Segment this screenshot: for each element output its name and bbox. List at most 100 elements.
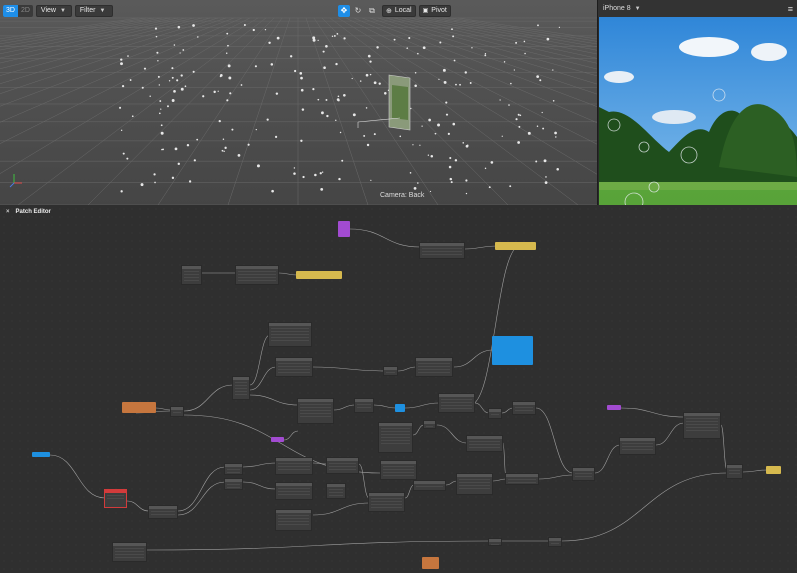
patch-node[interactable] [148, 505, 178, 519]
hamburger-icon[interactable]: ≡ [788, 4, 793, 14]
patch-node[interactable] [268, 322, 312, 347]
patch-wire [312, 502, 370, 516]
patch-node[interactable] [326, 457, 359, 474]
patch-node[interactable] [619, 437, 656, 455]
patch-editor[interactable]: × Patch Editor [0, 205, 797, 573]
patch-node[interactable] [505, 473, 539, 485]
patch-node[interactable] [488, 408, 502, 419]
filter-dropdown[interactable]: Filter ▼ [74, 4, 113, 17]
patch-node[interactable] [326, 483, 346, 499]
patch-wire [155, 407, 172, 411]
scene-viewport[interactable]: 3D 2D View ▼ Filter ▼ ✥ ↻ ⧉ ⊕ Local ▣ Pi… [0, 0, 597, 205]
move-tool-icon[interactable]: ✥ [338, 4, 350, 17]
patch-node[interactable] [232, 376, 250, 400]
patch-node[interactable] [112, 542, 147, 562]
patch-node[interactable] [354, 398, 374, 413]
patch-node[interactable] [466, 435, 503, 452]
patch-wire [242, 462, 277, 468]
device-dropdown[interactable]: iPhone 8 ▼ [603, 5, 641, 12]
patch-wire [177, 466, 226, 512]
patch-wire [177, 481, 226, 516]
patch-node[interactable] [224, 478, 243, 490]
patch-wire [373, 404, 397, 409]
rotate-tool-icon[interactable]: ↻ [352, 5, 364, 17]
device-dropdown-label: iPhone 8 [603, 5, 631, 12]
orange-patch-block[interactable] [122, 402, 156, 413]
patch-wire [404, 402, 440, 409]
patch-node[interactable] [275, 457, 313, 475]
selected-patch-node[interactable] [104, 489, 127, 508]
patch-node[interactable] [235, 265, 279, 285]
patch-node[interactable] [383, 366, 398, 376]
patch-node[interactable] [413, 480, 446, 491]
viewport-grid [0, 17, 597, 205]
patch-wire [469, 244, 522, 406]
patch-node[interactable] [423, 420, 436, 429]
patch-wire [249, 334, 271, 386]
pivot-toggle[interactable]: ▣ Pivot [418, 4, 451, 17]
patch-node[interactable] [572, 467, 595, 481]
view-dropdown-label: View [40, 7, 56, 14]
blue-patch-block[interactable] [32, 452, 50, 457]
yellow-patch-block[interactable] [495, 242, 536, 250]
patch-wire [502, 442, 507, 478]
patch-node[interactable] [378, 422, 413, 453]
patch-wire [278, 272, 298, 276]
patch-wire [453, 349, 494, 368]
preview-header: iPhone 8 ▼ ≡ [598, 0, 797, 17]
yellow-patch-block[interactable] [766, 466, 781, 474]
patch-node[interactable] [368, 492, 405, 512]
patch-wire [249, 394, 299, 406]
local-toggle-label: Local [394, 7, 412, 14]
patch-node[interactable] [181, 265, 202, 285]
orange-patch-block[interactable] [422, 557, 439, 569]
purple-patch-block[interactable] [338, 221, 350, 237]
patch-node[interactable] [488, 538, 502, 546]
patch-wire [538, 474, 574, 480]
mode-2d-button[interactable]: 2D [18, 5, 33, 17]
patch-node[interactable] [170, 406, 184, 417]
patch-wire [333, 404, 356, 411]
yellow-patch-block[interactable] [296, 271, 342, 279]
patch-node[interactable] [726, 464, 743, 479]
patch-wire [594, 444, 621, 474]
pivot-toggle-label: Pivot [431, 7, 447, 14]
blue-patch-block[interactable] [395, 404, 405, 412]
axis-gizmo [9, 174, 22, 188]
patch-wire [349, 228, 421, 248]
patch-node[interactable] [683, 412, 721, 439]
patch-node[interactable] [548, 537, 562, 547]
patch-node[interactable] [512, 401, 536, 415]
patch-node[interactable] [275, 482, 313, 500]
patch-connections [49, 228, 768, 551]
view-mode-toggle: 3D 2D [3, 4, 33, 17]
patch-wire [474, 402, 490, 414]
pivot-icon: ▣ [422, 8, 429, 14]
patch-node[interactable] [275, 357, 313, 377]
patch-wire [242, 481, 277, 490]
globe-icon: ⊕ [386, 7, 392, 15]
patch-wire [397, 366, 417, 372]
mode-3d-button[interactable]: 3D [3, 4, 18, 17]
patch-wire [535, 407, 574, 474]
patch-node[interactable] [224, 463, 243, 475]
view-dropdown[interactable]: View ▼ [35, 4, 72, 17]
patch-wire [49, 454, 106, 499]
patch-node[interactable] [275, 509, 312, 531]
patch-node[interactable] [419, 242, 465, 259]
patch-node[interactable] [415, 357, 453, 377]
purple-patch-block[interactable] [607, 405, 621, 410]
patch-node[interactable] [456, 473, 493, 495]
patch-wire [312, 366, 385, 372]
blue-patch-block[interactable] [492, 336, 533, 365]
purple-patch-block[interactable] [271, 437, 284, 442]
patch-node[interactable] [297, 398, 334, 424]
patch-node[interactable] [380, 460, 417, 480]
patch-node[interactable] [438, 393, 475, 413]
chevron-down-icon: ▼ [99, 7, 106, 14]
patch-wire [126, 500, 150, 512]
camera-label: Camera: Back [380, 192, 425, 199]
patch-wire [561, 472, 728, 542]
scale-tool-icon[interactable]: ⧉ [366, 5, 378, 17]
local-toggle[interactable]: ⊕ Local [382, 4, 416, 17]
